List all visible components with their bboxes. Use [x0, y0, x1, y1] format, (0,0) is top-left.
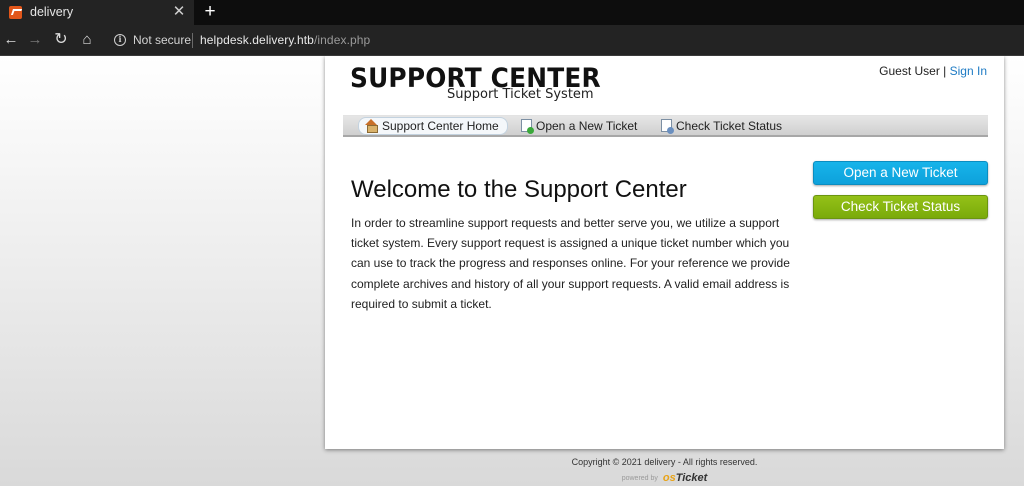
- open-ticket-button[interactable]: Open a New Ticket: [813, 161, 988, 185]
- user-area: Guest User | Sign In: [879, 64, 987, 78]
- nav-item-label: Check Ticket Status: [676, 119, 783, 133]
- osticket-logo[interactable]: osTicket: [663, 472, 707, 484]
- user-separator: |: [943, 64, 947, 78]
- sign-in-link[interactable]: Sign In: [950, 64, 987, 78]
- info-icon[interactable]: i: [114, 34, 126, 46]
- nav-item-check-status[interactable]: Check Ticket Status: [661, 118, 782, 135]
- page-title: Welcome to the Support Center: [351, 176, 687, 203]
- nav-item-label: Support Center Home: [382, 119, 499, 133]
- tab-title: delivery: [30, 5, 74, 19]
- home-icon[interactable]: ⌂: [77, 30, 97, 50]
- osticket-logo-prefix: os: [662, 472, 676, 484]
- home-icon: [365, 119, 378, 133]
- powered-by-label: powered by: [621, 475, 658, 482]
- url-host: helpdesk.delivery.htb: [200, 33, 314, 47]
- security-label[interactable]: Not secure: [133, 33, 191, 47]
- browser-tab[interactable]: delivery ✕: [0, 0, 194, 25]
- browser-address-bar: ← → ↻ ⌂ i Not secure helpdesk.delivery.h…: [0, 25, 1024, 56]
- osticket-logo-name: Ticket: [675, 472, 708, 484]
- logo-subtitle: Support Ticket System: [447, 87, 594, 102]
- browser-tab-bar: delivery ✕ +: [0, 0, 1024, 25]
- favicon-icon: [9, 6, 22, 19]
- url-path: /index.php: [313, 33, 371, 47]
- intro-text: In order to streamline support requests …: [351, 216, 790, 311]
- check-status-button[interactable]: Check Ticket Status: [813, 195, 988, 219]
- url-field[interactable]: helpdesk.delivery.htb/index.php: [200, 33, 370, 47]
- footer-copyright: Copyright © 2021 delivery - All rights r…: [571, 457, 758, 467]
- new-ticket-icon: [521, 119, 534, 134]
- tab-close-icon[interactable]: ✕: [172, 3, 186, 21]
- main-nav: Support Center Home Open a New Ticket Ch…: [343, 115, 988, 137]
- nav-item-label: Open a New Ticket: [536, 119, 638, 133]
- reload-icon[interactable]: ↻: [51, 30, 71, 50]
- footer-powered-by[interactable]: powered by osTicket: [325, 472, 1004, 484]
- nav-item-open-ticket[interactable]: Open a New Ticket: [521, 118, 637, 135]
- ticket-status-icon: [661, 119, 674, 134]
- new-tab-icon[interactable]: +: [202, 1, 218, 23]
- address-separator: [192, 33, 193, 48]
- page-container: SUPPORT CENTER Support Ticket System Gue…: [325, 56, 1004, 449]
- page-viewport: SUPPORT CENTER Support Ticket System Gue…: [0, 56, 1024, 486]
- forward-icon[interactable]: →: [25, 30, 45, 50]
- back-icon[interactable]: ←: [1, 30, 21, 50]
- guest-user-label: Guest User: [879, 64, 940, 78]
- nav-item-home[interactable]: Support Center Home: [358, 117, 508, 135]
